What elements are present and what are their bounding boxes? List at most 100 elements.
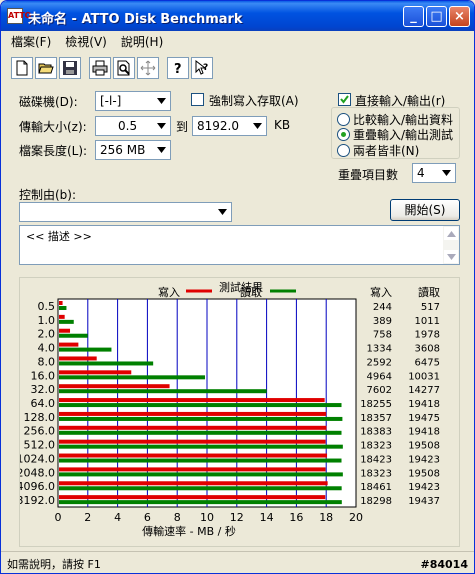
title-bar[interactable]: ATTO 未命名 - ATTO Disk Benchmark _ □ × xyxy=(1,1,474,31)
drive-value: [-l-] xyxy=(100,94,122,108)
read-value: 14277 xyxy=(408,385,440,396)
save-icon[interactable] xyxy=(59,57,81,79)
control-by-select[interactable] xyxy=(19,202,232,222)
queue-depth-label: 重疊項目數 xyxy=(338,168,399,182)
neither-radio[interactable] xyxy=(337,144,350,157)
chevron-down-icon[interactable] xyxy=(153,118,169,134)
write-bar xyxy=(59,342,79,347)
legend-write-label: 寫入 xyxy=(158,285,180,299)
scroll-up-icon[interactable] xyxy=(444,227,458,240)
read-value: 1011 xyxy=(415,316,440,327)
y-tick-label: 64.0 xyxy=(31,397,56,410)
minimize-button[interactable]: _ xyxy=(403,6,424,27)
read-value: 10031 xyxy=(408,371,440,382)
description-scrollbar[interactable] xyxy=(443,226,459,264)
close-button[interactable]: × xyxy=(449,6,470,27)
menu-bar: 檔案(F) 檢視(V) 說明(H) xyxy=(5,33,163,51)
y-tick-label: 3192.0 xyxy=(20,494,55,507)
chevron-down-icon[interactable] xyxy=(214,204,230,220)
menu-file[interactable]: 檔案(F) xyxy=(11,33,51,51)
write-value: 1334 xyxy=(367,344,392,355)
transfer-size-to-select[interactable]: 8192.0 xyxy=(192,116,267,136)
x-tick-label: 10 xyxy=(200,511,214,524)
scroll-down-icon[interactable] xyxy=(444,250,458,263)
queue-depth-select[interactable]: 4 xyxy=(412,163,456,183)
x-tick-label: 16 xyxy=(289,511,303,524)
write-bar xyxy=(59,328,71,333)
status-text: 如需說明，請按 F1 xyxy=(7,558,101,571)
y-tick-label: 256.0 xyxy=(24,425,56,438)
control-by-label: 控制由(b): xyxy=(19,188,77,202)
maximize-button[interactable]: □ xyxy=(426,6,447,27)
transfer-size-from-select[interactable]: 0.5 xyxy=(95,116,171,136)
write-value: 18423 xyxy=(360,454,392,465)
y-tick-label: 0.5 xyxy=(38,300,56,313)
neither-label: 兩者皆非(N) xyxy=(353,144,420,158)
read-bar xyxy=(59,416,343,421)
chevron-down-icon[interactable] xyxy=(153,93,169,109)
y-tick-label: 16.0 xyxy=(31,369,56,382)
write-bar xyxy=(59,425,327,430)
y-tick-label: 2.0 xyxy=(38,328,56,341)
write-bar xyxy=(59,370,132,375)
read-value: 19418 xyxy=(408,399,440,410)
y-tick-label: 1024.0 xyxy=(20,452,55,465)
help-icon[interactable]: ? xyxy=(167,57,189,79)
status-bar: 如需說明，請按 F1 #84014 xyxy=(1,551,474,573)
read-column-header: 讀取 xyxy=(418,285,440,299)
read-bar xyxy=(59,430,342,435)
queue-depth-value: 4 xyxy=(417,166,425,180)
legend-read-label: 讀取 xyxy=(240,285,262,299)
write-value: 18383 xyxy=(360,427,392,438)
context-help-icon[interactable]: ? xyxy=(191,57,213,79)
compare-io-radio[interactable] xyxy=(337,113,350,126)
file-length-label: 檔案長度(L): xyxy=(19,144,88,158)
read-bar xyxy=(59,444,343,449)
x-tick-label: 18 xyxy=(319,511,333,524)
new-file-icon[interactable] xyxy=(11,57,33,79)
read-bar xyxy=(59,472,343,477)
read-bar xyxy=(59,319,74,324)
chevron-down-icon[interactable] xyxy=(249,118,265,134)
write-bar xyxy=(59,314,65,319)
chevron-down-icon[interactable] xyxy=(438,165,454,181)
force-write-checkbox[interactable] xyxy=(191,93,204,106)
print-preview-icon[interactable] xyxy=(113,57,135,79)
read-bar xyxy=(59,333,88,338)
description-text: << 描述 >> xyxy=(26,230,92,243)
write-value: 18323 xyxy=(360,468,392,479)
write-bar xyxy=(59,481,328,486)
menu-help[interactable]: 說明(H) xyxy=(121,33,163,51)
x-tick-label: 12 xyxy=(230,511,244,524)
read-bar xyxy=(59,306,67,310)
description-box[interactable]: << 描述 >> xyxy=(19,225,460,265)
overlap-io-radio[interactable] xyxy=(337,128,350,141)
read-bar xyxy=(59,486,342,491)
overlap-io-label: 重疊輸入/輸出測試 xyxy=(353,128,454,142)
write-bar xyxy=(59,495,326,500)
write-bar xyxy=(59,411,327,416)
file-length-select[interactable]: 256 MB xyxy=(95,140,171,160)
transfer-size-label: 傳輸大小(z): xyxy=(19,120,87,134)
open-folder-icon[interactable] xyxy=(35,57,57,79)
write-bar xyxy=(59,453,328,458)
drive-select[interactable]: [-l-] xyxy=(95,91,171,111)
write-value: 18255 xyxy=(360,399,392,410)
menu-view[interactable]: 檢視(V) xyxy=(65,33,107,51)
direct-io-checkbox[interactable] xyxy=(338,93,351,106)
print-icon[interactable] xyxy=(89,57,111,79)
start-button[interactable]: 開始(S) xyxy=(390,199,460,221)
y-tick-label: 32.0 xyxy=(31,383,56,396)
chevron-down-icon[interactable] xyxy=(153,142,169,158)
app-window: ATTO 未命名 - ATTO Disk Benchmark _ □ × 檔案(… xyxy=(0,0,475,574)
window-title: 未命名 - ATTO Disk Benchmark xyxy=(28,12,243,27)
drive-label: 磁碟機(D): xyxy=(19,95,78,109)
read-bar xyxy=(59,347,112,352)
watermark: #84014 xyxy=(420,558,469,571)
read-bar xyxy=(59,361,154,366)
y-tick-label: 8.0 xyxy=(38,355,56,368)
read-value: 19475 xyxy=(408,413,440,424)
x-tick-label: 6 xyxy=(144,511,151,524)
read-value: 19508 xyxy=(408,441,440,452)
move-icon[interactable] xyxy=(137,57,159,79)
